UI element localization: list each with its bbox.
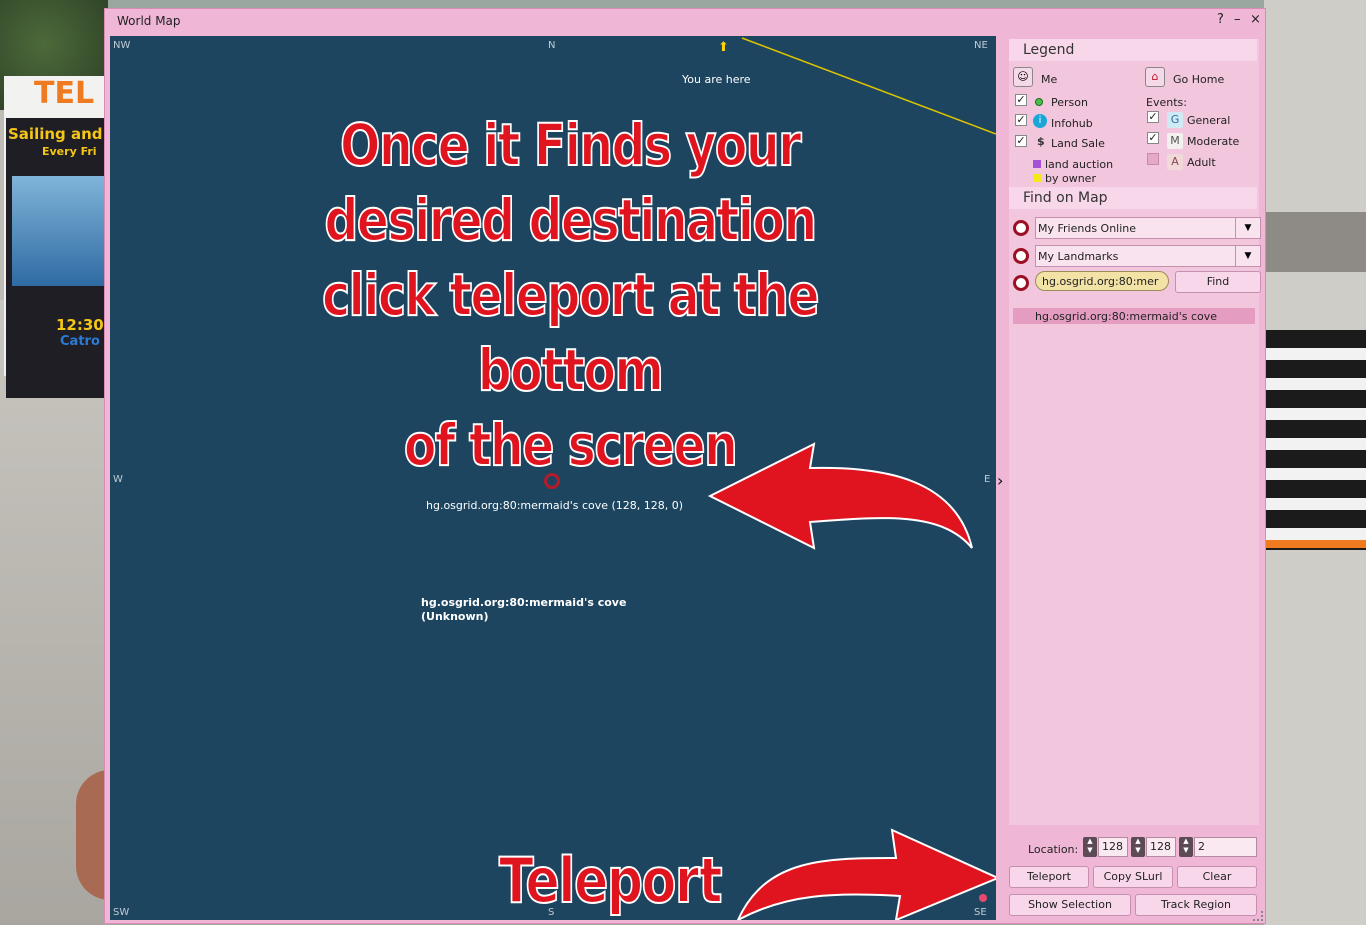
- track-region-button[interactable]: Track Region: [1135, 894, 1257, 916]
- annotation-text: Once it Finds your desired destination c…: [258, 108, 881, 483]
- land-sale-icon: $: [1037, 135, 1045, 148]
- scene-stripes: [1264, 330, 1366, 550]
- search-input[interactable]: hg.osgrid.org:80:mer: [1035, 271, 1169, 291]
- resize-handle[interactable]: [1253, 911, 1263, 921]
- annotation-line: Once it Finds your: [339, 110, 802, 180]
- land-sale-checkbox[interactable]: ✓: [1015, 135, 1027, 147]
- title-bar[interactable]: World Map ? – ×: [105, 9, 1265, 35]
- poster-headline: Sailing and Every Fri: [8, 126, 103, 160]
- land-sale-label: Land Sale: [1051, 137, 1105, 150]
- event-poster: TEL Sailing and Every Fri 12:30 Catro: [4, 76, 110, 398]
- location-y-field[interactable]: 128: [1146, 837, 1176, 857]
- help-icon[interactable]: ?: [1217, 12, 1224, 27]
- annotation-arrow-left-icon: [707, 442, 973, 550]
- location-z-stepper[interactable]: ▲ ▼: [1179, 837, 1193, 857]
- region-name-text: hg.osgrid.org:80:mermaid's cove: [421, 596, 627, 609]
- infohub-checkbox[interactable]: ✓: [1015, 114, 1027, 126]
- you-are-here-label: You are here: [682, 73, 751, 86]
- world-map-window: World Map ? – × NW N NE W E SW S SE ⬆ Yo…: [104, 8, 1266, 924]
- moderate-event-icon: M: [1167, 133, 1183, 149]
- find-header-text: Find on Map: [1023, 190, 1108, 206]
- general-event-icon: G: [1167, 112, 1183, 128]
- adult-event-icon: A: [1167, 154, 1183, 170]
- annotation-teleport: Teleport: [498, 843, 723, 918]
- annotation-line: click teleport at the bottom: [321, 260, 820, 405]
- find-on-map-header: Find on Map: [1009, 187, 1257, 209]
- search-result-text: hg.osgrid.org:80:mermaid's cove: [1035, 310, 1218, 323]
- poster-sub: Catro: [60, 334, 100, 349]
- by-owner-label: by owner: [1045, 172, 1096, 185]
- clear-button[interactable]: Clear: [1177, 866, 1257, 888]
- land-auction-swatch: [1033, 160, 1041, 168]
- annotation-line: desired destination: [324, 185, 819, 255]
- friends-radio[interactable]: [1013, 220, 1029, 236]
- location-x-stepper[interactable]: ▲ ▼: [1083, 837, 1097, 857]
- annotation-arrow-right-icon: [736, 828, 996, 920]
- landmarks-dropdown[interactable]: My Landmarks ▼: [1035, 245, 1261, 267]
- events-label: Events:: [1146, 96, 1187, 109]
- adult-checkbox[interactable]: [1147, 153, 1159, 165]
- location-x-field[interactable]: 128: [1098, 837, 1128, 857]
- by-owner-swatch: [1033, 174, 1041, 182]
- home-icon[interactable]: ⌂: [1145, 67, 1165, 87]
- me-icon[interactable]: ☺: [1013, 67, 1033, 87]
- landmarks-combo-text: My Landmarks: [1038, 250, 1119, 263]
- location-y-stepper[interactable]: ▲ ▼: [1131, 837, 1145, 857]
- friends-combo-text: My Friends Online: [1038, 222, 1137, 235]
- location-label: Location:: [1028, 843, 1079, 856]
- you-arrow-icon: ⬆: [718, 40, 729, 55]
- poster-image: [12, 176, 110, 286]
- legend-header: Legend: [1009, 39, 1257, 61]
- land-auction-label: land auction: [1045, 158, 1114, 171]
- world-map-view[interactable]: NW N NE W E SW S SE ⬆ You are here Once …: [110, 36, 996, 920]
- location-z-field[interactable]: 2: [1194, 837, 1257, 857]
- moderate-label: Moderate: [1187, 135, 1240, 148]
- region-name: hg.osgrid.org:80:mermaid's cove (Unknown…: [421, 596, 626, 624]
- landmarks-radio[interactable]: [1013, 248, 1029, 264]
- target-label: hg.osgrid.org:80:mermaid's cove (128, 12…: [426, 499, 684, 512]
- scene-roof: [1264, 212, 1366, 272]
- poster-brand: TEL: [34, 76, 95, 111]
- scene-orange-trim: [1264, 540, 1366, 548]
- moderate-checkbox[interactable]: ✓: [1147, 132, 1159, 144]
- close-icon[interactable]: ×: [1250, 12, 1261, 27]
- general-label: General: [1187, 114, 1231, 127]
- friends-online-dropdown[interactable]: My Friends Online ▼: [1035, 217, 1261, 239]
- chevron-down-icon[interactable]: ▼: [1235, 218, 1260, 238]
- infohub-label: Infohub: [1051, 117, 1093, 130]
- find-button[interactable]: Find: [1175, 271, 1261, 293]
- person-checkbox[interactable]: ✓: [1015, 94, 1027, 106]
- adult-label: Adult: [1187, 156, 1216, 169]
- me-label: Me: [1041, 73, 1058, 86]
- copy-slurl-button[interactable]: Copy SLurl: [1093, 866, 1173, 888]
- legend-header-text: Legend: [1023, 42, 1075, 58]
- person-label: Person: [1051, 96, 1088, 109]
- selection-dot: [979, 894, 987, 902]
- region-status: (Unknown): [421, 610, 489, 623]
- general-checkbox[interactable]: ✓: [1147, 111, 1159, 123]
- right-scene: [1264, 0, 1366, 925]
- poster-time: 12:30: [56, 316, 104, 334]
- minimize-icon[interactable]: –: [1234, 12, 1241, 27]
- expand-panel-icon[interactable]: ›: [997, 471, 1003, 490]
- poster-line2: Every Fri: [42, 145, 97, 158]
- side-panel: Legend ☺ Me ⌂ Go Home ✓ Person ✓ i Infoh…: [1009, 39, 1261, 825]
- window-title: World Map: [117, 14, 181, 28]
- show-selection-button[interactable]: Show Selection: [1009, 894, 1131, 916]
- search-radio[interactable]: [1013, 275, 1029, 291]
- poster-line1: Sailing and: [8, 125, 103, 143]
- search-result-item[interactable]: hg.osgrid.org:80:mermaid's cove: [1013, 308, 1255, 324]
- person-icon: [1035, 98, 1043, 106]
- chevron-down-icon[interactable]: ▼: [1235, 246, 1260, 266]
- search-input-value: hg.osgrid.org:80:mer: [1042, 275, 1159, 288]
- teleport-button[interactable]: Teleport: [1009, 866, 1089, 888]
- target-marker[interactable]: [544, 473, 560, 489]
- go-home-label: Go Home: [1173, 73, 1225, 86]
- infohub-icon: i: [1033, 114, 1047, 128]
